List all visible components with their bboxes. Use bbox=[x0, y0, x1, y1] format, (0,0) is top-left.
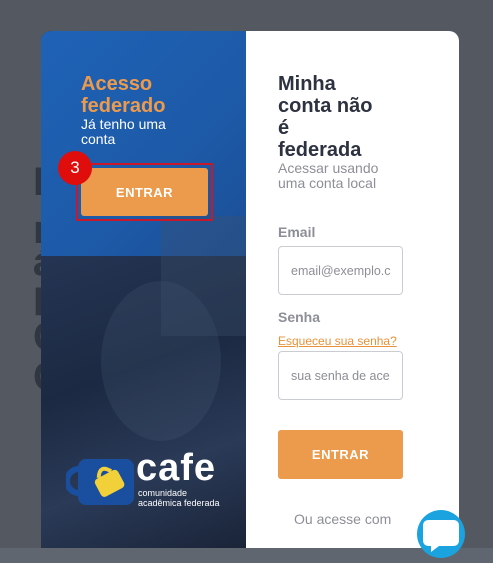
password-input[interactable] bbox=[278, 351, 403, 400]
chat-bubble-icon bbox=[423, 520, 459, 552]
logo-tagline-line: comunidade bbox=[138, 488, 188, 498]
local-enter-button[interactable]: ENTRAR bbox=[278, 430, 403, 479]
local-title-line: é bbox=[278, 117, 290, 139]
cafe-logo: cafe comunidade acadêmica federada bbox=[66, 447, 246, 511]
federated-subtitle-line: Já tenho uma bbox=[81, 116, 166, 132]
logo-tagline-line: acadêmica federada bbox=[138, 498, 220, 508]
email-label: Email bbox=[278, 224, 316, 240]
federated-panel: Acesso federado Já tenho uma conta ENTRA… bbox=[41, 31, 246, 548]
photo-figure bbox=[161, 216, 246, 336]
federated-title-line: Acesso bbox=[81, 73, 153, 95]
password-label: Senha bbox=[278, 309, 321, 325]
logo-tagline: comunidade acadêmica federada bbox=[138, 488, 220, 508]
federated-enter-button[interactable]: ENTRAR bbox=[81, 168, 208, 216]
local-title-line: conta não bbox=[278, 95, 373, 117]
local-subtitle: Acessar usando uma conta local bbox=[278, 161, 378, 191]
chat-widget-button[interactable] bbox=[417, 510, 465, 558]
local-subtitle-line: uma conta local bbox=[278, 175, 377, 191]
federated-title-line: federado bbox=[81, 95, 166, 117]
local-account-panel: Minha conta não é federada Acessar usand… bbox=[246, 31, 459, 548]
local-title-line: Minha bbox=[278, 73, 336, 95]
local-title: Minha conta não é federada bbox=[278, 73, 372, 161]
coffee-mug-icon bbox=[66, 459, 134, 505]
federated-subtitle-line: conta bbox=[81, 131, 116, 147]
highlight-box: ENTRAR bbox=[76, 163, 213, 221]
login-modal: Acesso federado Já tenho uma conta ENTRA… bbox=[41, 31, 459, 548]
step-badge: 3 bbox=[58, 151, 92, 185]
email-input[interactable] bbox=[278, 246, 403, 295]
local-title-line: federada bbox=[278, 139, 362, 161]
local-subtitle-line: Acessar usando bbox=[278, 160, 379, 176]
federated-subtitle: Já tenho uma conta bbox=[81, 117, 166, 147]
alternative-access-text: Ou acesse com bbox=[294, 511, 392, 527]
forgot-password-link[interactable]: Esqueceu sua senha? bbox=[278, 334, 397, 348]
federated-title: Acesso federado bbox=[81, 73, 165, 117]
logo-wordmark: cafe bbox=[136, 447, 217, 489]
